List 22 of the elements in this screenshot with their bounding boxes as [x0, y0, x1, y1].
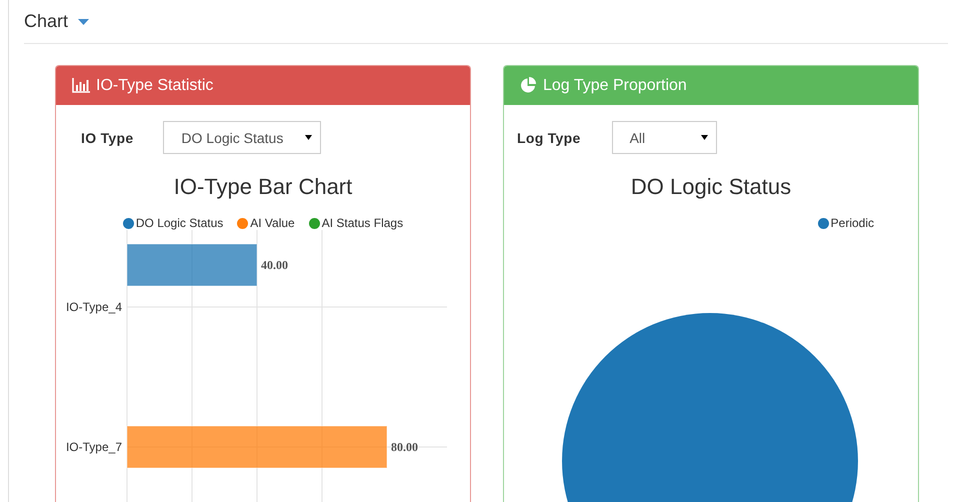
legend-label: AI Status Flags — [322, 216, 404, 230]
section-title: Chart — [24, 11, 68, 32]
panel-title: Log Type Proportion — [543, 76, 687, 94]
legend-label: AI Value — [250, 216, 295, 230]
caret-icon — [305, 135, 312, 140]
bar-chart-icon — [72, 78, 90, 93]
value-label: 80.00 — [391, 440, 418, 454]
chart-title: DO Logic Status — [630, 174, 792, 201]
filter-label: Log Type — [517, 130, 581, 146]
legend-label: Periodic — [830, 216, 874, 230]
caret-icon[interactable] — [78, 18, 90, 24]
category-label: IO-Type_4 — [66, 300, 122, 314]
filter-select[interactable]: All — [612, 121, 717, 154]
legend-label: DO Logic Status — [136, 216, 224, 230]
value-label: 40.00 — [261, 258, 288, 272]
pie-chart-icon — [520, 77, 537, 94]
filter-label: IO Type — [81, 130, 134, 146]
panel-title: IO-Type Statistic — [96, 76, 214, 94]
chart-title: IO-Type Bar Chart — [172, 174, 354, 201]
caret-icon — [700, 135, 708, 140]
category-label: IO-Type_7 — [66, 440, 122, 454]
filter-select[interactable]: DO Logic Status — [163, 121, 322, 154]
